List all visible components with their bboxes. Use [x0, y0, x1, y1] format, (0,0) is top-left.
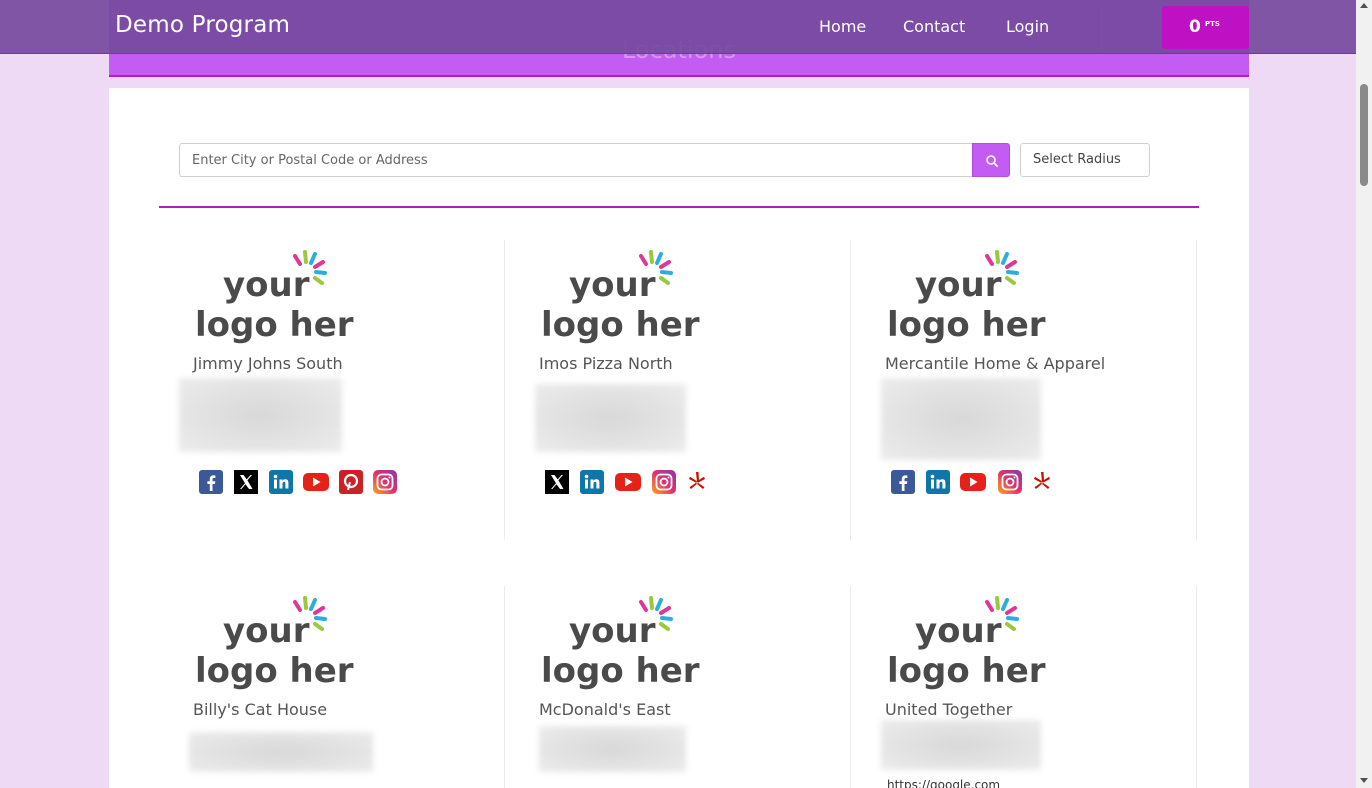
x-icon[interactable]	[545, 470, 569, 494]
scroll-down-arrow[interactable]	[1360, 778, 1368, 783]
location-name[interactable]: Mercantile Home & Apparel	[885, 354, 1105, 373]
linkedin-icon[interactable]	[269, 470, 293, 494]
points-value: 0	[1189, 17, 1201, 37]
company-logo: your logo here	[887, 250, 1047, 345]
redacted-address	[881, 720, 1041, 770]
svg-text:your: your	[915, 611, 1002, 651]
youtube-icon[interactable]	[302, 470, 330, 494]
company-logo: your logo here	[887, 596, 1047, 691]
svg-text:logo here: logo here	[541, 651, 701, 691]
redacted-address	[535, 384, 686, 452]
website-link[interactable]: https://google.com	[887, 778, 1000, 788]
section-divider	[159, 206, 1199, 208]
youtube-icon[interactable]	[614, 470, 642, 494]
location-name[interactable]: United Together	[885, 700, 1012, 719]
location-name[interactable]: Jimmy Johns South	[193, 354, 343, 373]
facebook-icon[interactable]	[891, 470, 915, 494]
instagram-icon[interactable]	[652, 470, 676, 494]
scroll-up-arrow[interactable]	[1360, 3, 1368, 8]
scrollbar-thumb[interactable]	[1360, 84, 1368, 186]
points-unit: PTS	[1205, 20, 1220, 28]
svg-text:logo here: logo here	[195, 305, 355, 345]
location-name[interactable]: McDonald's East	[539, 700, 671, 719]
svg-text:logo here: logo here	[195, 651, 355, 691]
radius-select[interactable]: Select Radius	[1020, 143, 1150, 177]
redacted-address	[179, 378, 342, 452]
svg-text:your: your	[569, 265, 656, 305]
svg-text:logo here: logo here	[541, 305, 701, 345]
location-card[interactable]: your logo here Jimmy Johns South	[159, 240, 505, 540]
brand-title[interactable]: Demo Program	[115, 12, 290, 38]
yelp-icon[interactable]	[1030, 470, 1054, 494]
instagram-icon[interactable]	[373, 470, 397, 494]
location-card[interactable]: your logo here Billy's Cat House	[159, 586, 505, 788]
pinterest-icon[interactable]	[339, 470, 363, 494]
nav-home-link[interactable]: Home	[819, 17, 866, 36]
nav-contact-link[interactable]: Contact	[903, 17, 965, 36]
svg-text:your: your	[569, 611, 656, 651]
search-button[interactable]	[972, 143, 1010, 177]
svg-text:logo here: logo here	[887, 651, 1047, 691]
svg-text:your: your	[223, 611, 310, 651]
x-icon[interactable]	[234, 470, 258, 494]
linkedin-icon[interactable]	[926, 470, 950, 494]
instagram-icon[interactable]	[998, 470, 1022, 494]
company-logo: your logo here	[195, 596, 355, 691]
nav-divider	[1101, 6, 1102, 49]
svg-text:logo here: logo here	[887, 305, 1047, 345]
top-navbar: Demo Program Home Contact Login 0 PTS	[0, 0, 1356, 54]
location-card[interactable]: your logo here United Together https://g…	[851, 586, 1197, 788]
company-logo: your logo here	[541, 250, 701, 345]
youtube-icon[interactable]	[959, 470, 987, 494]
location-name[interactable]: Imos Pizza North	[539, 354, 673, 373]
company-logo: your logo here	[541, 596, 701, 691]
location-name[interactable]: Billy's Cat House	[193, 700, 327, 719]
redacted-address	[189, 732, 373, 772]
redacted-address	[881, 378, 1041, 460]
nav-login-link[interactable]: Login	[1006, 17, 1049, 36]
location-card[interactable]: your logo here McDonald's East	[505, 586, 851, 788]
location-card[interactable]: your logo here Mercantile Home & Apparel	[851, 240, 1197, 540]
location-card[interactable]: your logo here Imos Pizza North	[505, 240, 851, 540]
locations-panel: Select Radius your logo here Jimmy Johns…	[109, 88, 1249, 788]
svg-text:your: your	[223, 265, 310, 305]
company-logo: your logo here	[195, 250, 355, 345]
redacted-address	[539, 726, 686, 772]
search-icon	[986, 155, 998, 167]
yelp-icon[interactable]	[685, 470, 709, 494]
svg-text:your: your	[915, 265, 1002, 305]
facebook-icon[interactable]	[199, 470, 223, 494]
points-button[interactable]: 0 PTS	[1162, 6, 1249, 49]
location-search-input[interactable]	[179, 143, 972, 177]
linkedin-icon[interactable]	[580, 470, 604, 494]
